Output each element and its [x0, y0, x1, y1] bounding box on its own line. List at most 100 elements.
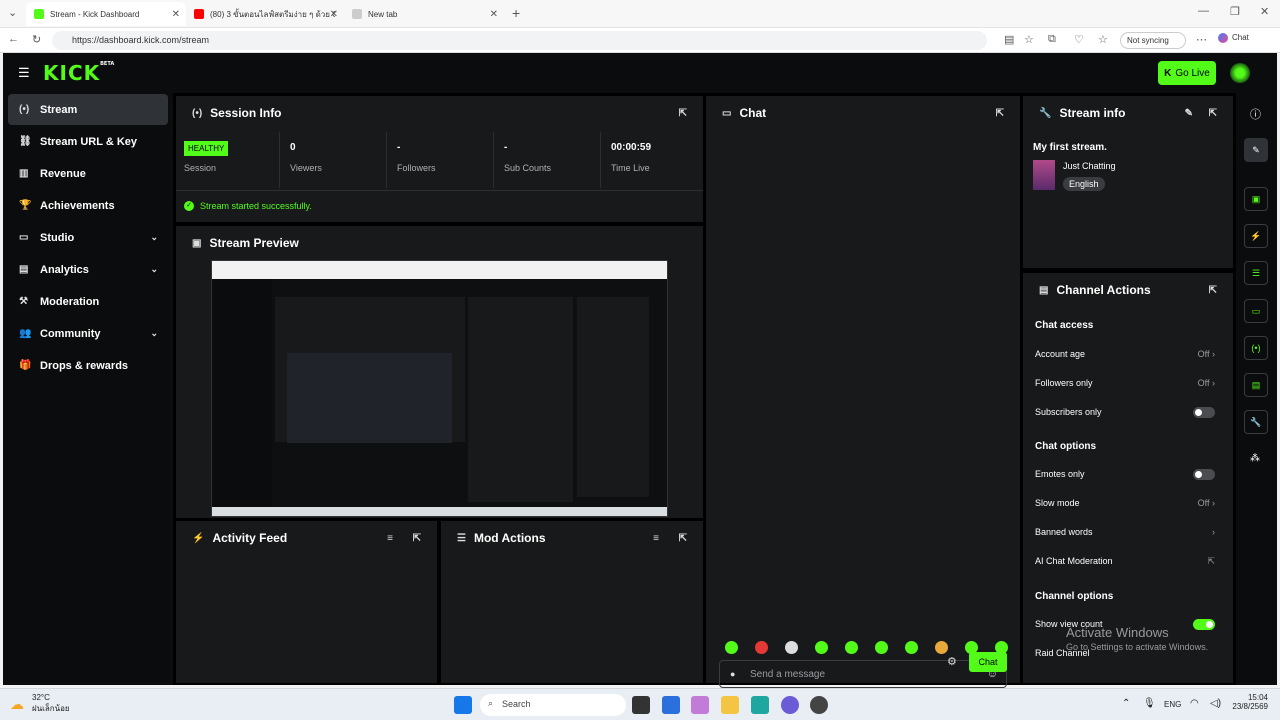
followers-only-row[interactable]: Followers only Off › — [1035, 378, 1225, 388]
subscribers-only-toggle[interactable] — [1193, 407, 1215, 418]
new-tab-icon[interactable]: + — [512, 5, 520, 21]
taskbar-search[interactable]: ⌕ Search — [480, 694, 626, 716]
copilot-chat-button[interactable]: Chat — [1218, 33, 1249, 43]
filter-icon[interactable]: ≡ — [387, 533, 393, 544]
language-indicator[interactable]: ENG — [1164, 700, 1181, 709]
emote-icon[interactable] — [815, 641, 828, 654]
start-icon[interactable] — [454, 696, 472, 714]
browser-essentials-icon[interactable]: ♡ — [1074, 33, 1084, 46]
close-tab-icon[interactable]: ✕ — [490, 9, 498, 20]
chevron-down-icon[interactable]: ⌄ — [150, 232, 158, 243]
sidebar-item-stream-url-key[interactable]: ⛓ Stream URL & Key — [8, 126, 168, 157]
emote-icon[interactable] — [875, 641, 888, 654]
chat-send-button[interactable]: Chat — [969, 652, 1007, 672]
channel-actions-widget-icon[interactable]: ▤ — [1244, 373, 1268, 397]
popout-icon[interactable]: ⇱ — [1209, 285, 1217, 296]
broadcast-icon: (•) — [192, 107, 203, 119]
tray-chevron-icon[interactable]: ⌃ — [1122, 698, 1130, 709]
emote-icon[interactable] — [905, 641, 918, 654]
stream-preview-video[interactable] — [211, 260, 668, 517]
banned-words-row[interactable]: Banned words › — [1035, 527, 1225, 537]
menu-icon[interactable]: ☰ — [18, 65, 30, 81]
info-icon[interactable]: ⓘ — [1250, 106, 1261, 122]
file-explorer-icon[interactable] — [721, 696, 739, 714]
chat-widget-icon[interactable]: ▭ — [1244, 299, 1268, 323]
tab-youtube[interactable]: (80) 3 ขั้นตอนไลฟ์สตรีมง่าย ๆ ด้วย OBS ✕ — [186, 2, 344, 26]
favorite-star-icon[interactable]: ☆ — [1024, 33, 1034, 46]
edit-icon[interactable]: ✎ — [1185, 108, 1193, 119]
sidebar-item-achievements[interactable]: 🏆 Achievements — [8, 190, 168, 221]
minimize-icon[interactable]: — — [1198, 5, 1209, 17]
clock[interactable]: 15:04 23/8/2569 — [1228, 693, 1268, 711]
microphone-icon[interactable]: 🎙 — [1143, 698, 1156, 709]
chat-settings-icon[interactable]: ⚙ — [947, 655, 957, 668]
close-tab-icon[interactable]: ✕ — [330, 9, 338, 20]
sidebar-item-stream[interactable]: (•) Stream — [8, 94, 168, 125]
reader-icon[interactable]: ▤ — [1004, 33, 1014, 46]
popout-icon[interactable]: ⇱ — [996, 108, 1004, 119]
maximize-icon[interactable]: ❐ — [1230, 5, 1240, 18]
sidebar-item-community[interactable]: 👥 Community ⌄ — [8, 318, 168, 349]
emote-icon[interactable] — [935, 641, 948, 654]
stat-label: Time Live — [611, 163, 650, 173]
sidebar-item-studio[interactable]: ▭ Studio ⌄ — [8, 222, 168, 253]
slow-mode-row[interactable]: Slow mode Off › — [1035, 498, 1225, 508]
popout-icon[interactable]: ⇱ — [679, 108, 687, 119]
profile-button[interactable]: Not syncing — [1120, 32, 1186, 49]
more-icon[interactable]: ⋯ — [1196, 33, 1207, 46]
edit-layout-icon[interactable]: ✎ — [1244, 138, 1268, 162]
popout-icon[interactable]: ⇱ — [679, 533, 687, 544]
tab-list-icon[interactable]: ⌄ — [8, 6, 17, 19]
logo-badge: BETA — [100, 61, 115, 67]
wifi-icon[interactable]: ◠ — [1190, 698, 1199, 709]
chevron-down-icon[interactable]: ⌄ — [150, 264, 158, 275]
copilot-taskbar-icon[interactable] — [691, 696, 709, 714]
sidebar-item-analytics[interactable]: ▤ Analytics ⌄ — [8, 254, 168, 285]
close-tab-icon[interactable]: ✕ — [172, 9, 180, 20]
volume-icon[interactable]: ◁) — [1210, 698, 1221, 709]
account-age-row[interactable]: Account age Off › — [1035, 349, 1225, 359]
popout-icon[interactable]: ⇱ — [413, 533, 421, 544]
activity-widget-icon[interactable]: ⚡ — [1244, 224, 1268, 248]
favorites-icon[interactable]: ☆ — [1098, 33, 1108, 46]
obs-icon[interactable] — [810, 696, 828, 714]
back-icon[interactable]: ← — [8, 33, 19, 45]
tab-new-tab[interactable]: New tab ✕ — [344, 2, 504, 26]
stream-info-widget-icon[interactable]: 🔧 — [1244, 410, 1268, 434]
edge-icon[interactable] — [751, 696, 769, 714]
sidebar-item-label: Drops & rewards — [40, 359, 129, 372]
sidebar-item-revenue[interactable]: ▥ Revenue — [8, 158, 168, 189]
filter-icon[interactable]: ≡ — [653, 533, 659, 544]
sidebar: (•) Stream ⛓ Stream URL & Key ▥ Revenue 🏆 Achie… — [3, 93, 173, 685]
extensions-icon[interactable]: ⧉ — [1048, 33, 1056, 46]
mod-actions-widget-icon[interactable]: ☰ — [1244, 261, 1268, 285]
avatar[interactable] — [1230, 63, 1250, 83]
sidebar-item-moderation[interactable]: ⚒ Moderation — [8, 286, 168, 317]
share-icon[interactable]: ⁂ — [1250, 453, 1260, 464]
weather-widget[interactable]: ☁ 32°C ฝนเล็กน้อย — [10, 693, 70, 715]
task-view-icon[interactable] — [632, 696, 650, 714]
store-icon[interactable] — [662, 696, 680, 714]
chevron-down-icon[interactable]: ⌄ — [150, 328, 158, 339]
right-rail: ⓘ ✎ ▣ ⚡ ☰ ▭ (•) ▤ 🔧 ⁂ — [1236, 93, 1277, 685]
session-widget-icon[interactable]: (•) — [1244, 336, 1268, 360]
popout-icon[interactable]: ⇱ — [1209, 108, 1217, 119]
preview-widget-icon[interactable]: ▣ — [1244, 187, 1268, 211]
url-field[interactable]: https://dashboard.kick.com/stream — [52, 31, 987, 50]
chat-input[interactable]: ● Send a message ☺ — [719, 660, 1007, 688]
emote-icon[interactable] — [755, 641, 768, 654]
reload-icon[interactable]: ↻ — [32, 33, 41, 46]
kick-logo[interactable]: KICKBETA — [43, 61, 114, 85]
emote-icon[interactable] — [845, 641, 858, 654]
emote-icon[interactable] — [725, 641, 738, 654]
tab-kick-dashboard[interactable]: Stream - Kick Dashboard ✕ — [26, 2, 186, 26]
emote-icon[interactable] — [785, 641, 798, 654]
panel-title: Stream Preview — [209, 236, 299, 250]
stream-info-header: 🔧 Stream info ✎ ⇱ — [1023, 96, 1233, 130]
emotes-only-toggle[interactable] — [1193, 469, 1215, 480]
ai-moderation-row[interactable]: AI Chat Moderation ⇱ — [1035, 556, 1225, 566]
go-live-button[interactable]: K Go Live — [1158, 61, 1216, 85]
close-window-icon[interactable]: ✕ — [1260, 5, 1269, 18]
sidebar-item-drops-rewards[interactable]: 🎁 Drops & rewards — [8, 350, 168, 381]
discord-icon[interactable] — [781, 696, 799, 714]
